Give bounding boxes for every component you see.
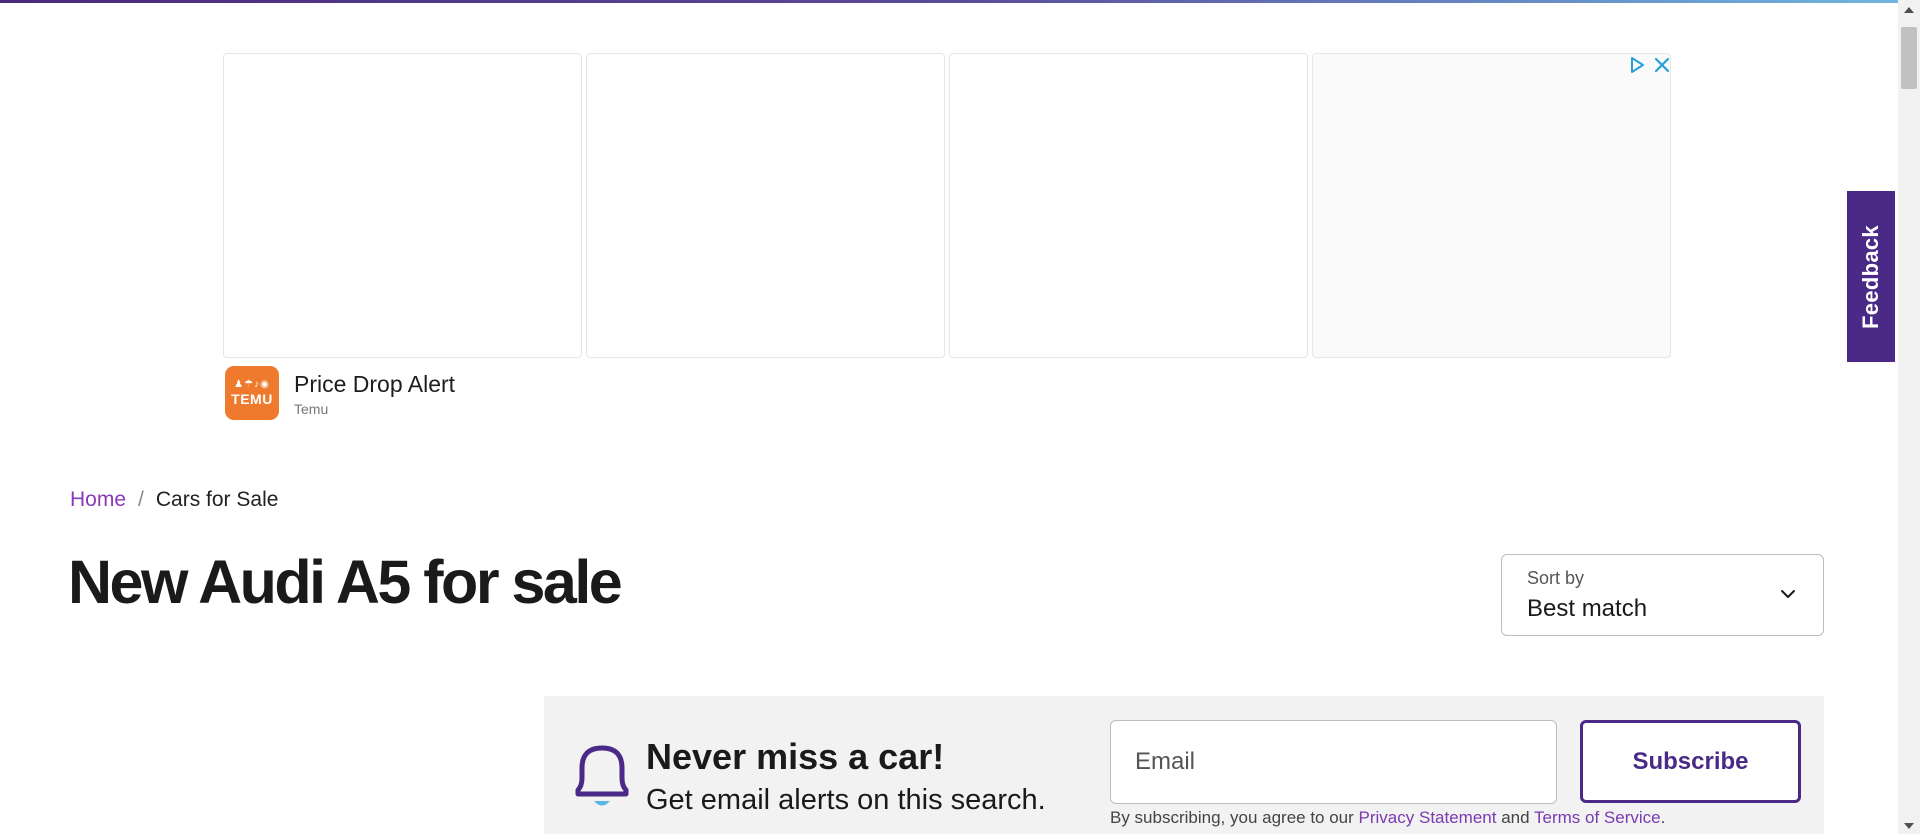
ad-image-panel[interactable] <box>223 53 582 358</box>
email-field[interactable] <box>1110 720 1557 804</box>
sort-by-dropdown[interactable]: Sort by Best match <box>1501 554 1824 636</box>
temu-logo[interactable]: ♟☂♪◉ TEMU <box>225 366 279 420</box>
scroll-up-arrow-icon[interactable] <box>1898 2 1920 18</box>
email-alert-banner: Never miss a car! Get email alerts on th… <box>544 696 1824 834</box>
page-title: New Audi A5 for sale <box>68 548 623 616</box>
ad-text[interactable]: Price Drop Alert Temu <box>294 370 455 417</box>
subscribe-disclaimer: By subscribing, you agree to our Privacy… <box>1110 808 1665 828</box>
sort-by-label: Sort by <box>1527 568 1585 588</box>
ad-image-panel[interactable] <box>949 53 1308 358</box>
ad-brand: Temu <box>294 400 329 417</box>
scrollbar[interactable] <box>1898 0 1920 834</box>
temu-logo-glyphs: ♟☂♪◉ <box>234 379 270 390</box>
top-accent-bar <box>0 0 1898 3</box>
sort-by-value: Best match <box>1527 595 1648 622</box>
feedback-tab[interactable]: Feedback <box>1847 191 1895 362</box>
terms-of-service-link[interactable]: Terms of Service <box>1534 808 1661 827</box>
close-icon[interactable] <box>1654 57 1670 73</box>
ad-choices[interactable] <box>1628 55 1670 75</box>
breadcrumb-home-link[interactable]: Home <box>70 488 126 512</box>
breadcrumb: Home / Cars for Sale <box>70 488 278 512</box>
subscribe-button[interactable]: Subscribe <box>1580 720 1801 803</box>
breadcrumb-separator: / <box>138 488 144 511</box>
bell-icon <box>570 740 634 817</box>
ad-title[interactable]: Price Drop Alert <box>294 370 455 398</box>
alert-title: Never miss a car! <box>646 736 945 777</box>
ad-choices-icon[interactable] <box>1628 56 1646 74</box>
scroll-down-arrow-icon[interactable] <box>1898 818 1920 834</box>
alert-subtitle: Get email alerts on this search. <box>646 784 1046 816</box>
disclaimer-period: . <box>1660 808 1666 827</box>
disclaimer-prefix: By subscribing, you agree to our <box>1110 808 1359 827</box>
feedback-label: Feedback <box>1858 224 1883 329</box>
chevron-down-icon <box>1779 587 1797 605</box>
advertisement[interactable]: ♟☂♪◉ TEMU Price Drop Alert Temu <box>223 53 1672 420</box>
breadcrumb-current: Cars for Sale <box>155 488 279 511</box>
disclaimer-and: and <box>1496 808 1534 827</box>
scroll-thumb[interactable] <box>1901 27 1917 89</box>
ad-footer[interactable]: ♟☂♪◉ TEMU Price Drop Alert Temu <box>225 366 455 420</box>
ad-image-panel[interactable] <box>586 53 945 358</box>
ad-image-panel[interactable] <box>1312 53 1671 358</box>
temu-logo-word: TEMU <box>231 391 273 407</box>
privacy-statement-link[interactable]: Privacy Statement <box>1359 808 1497 827</box>
